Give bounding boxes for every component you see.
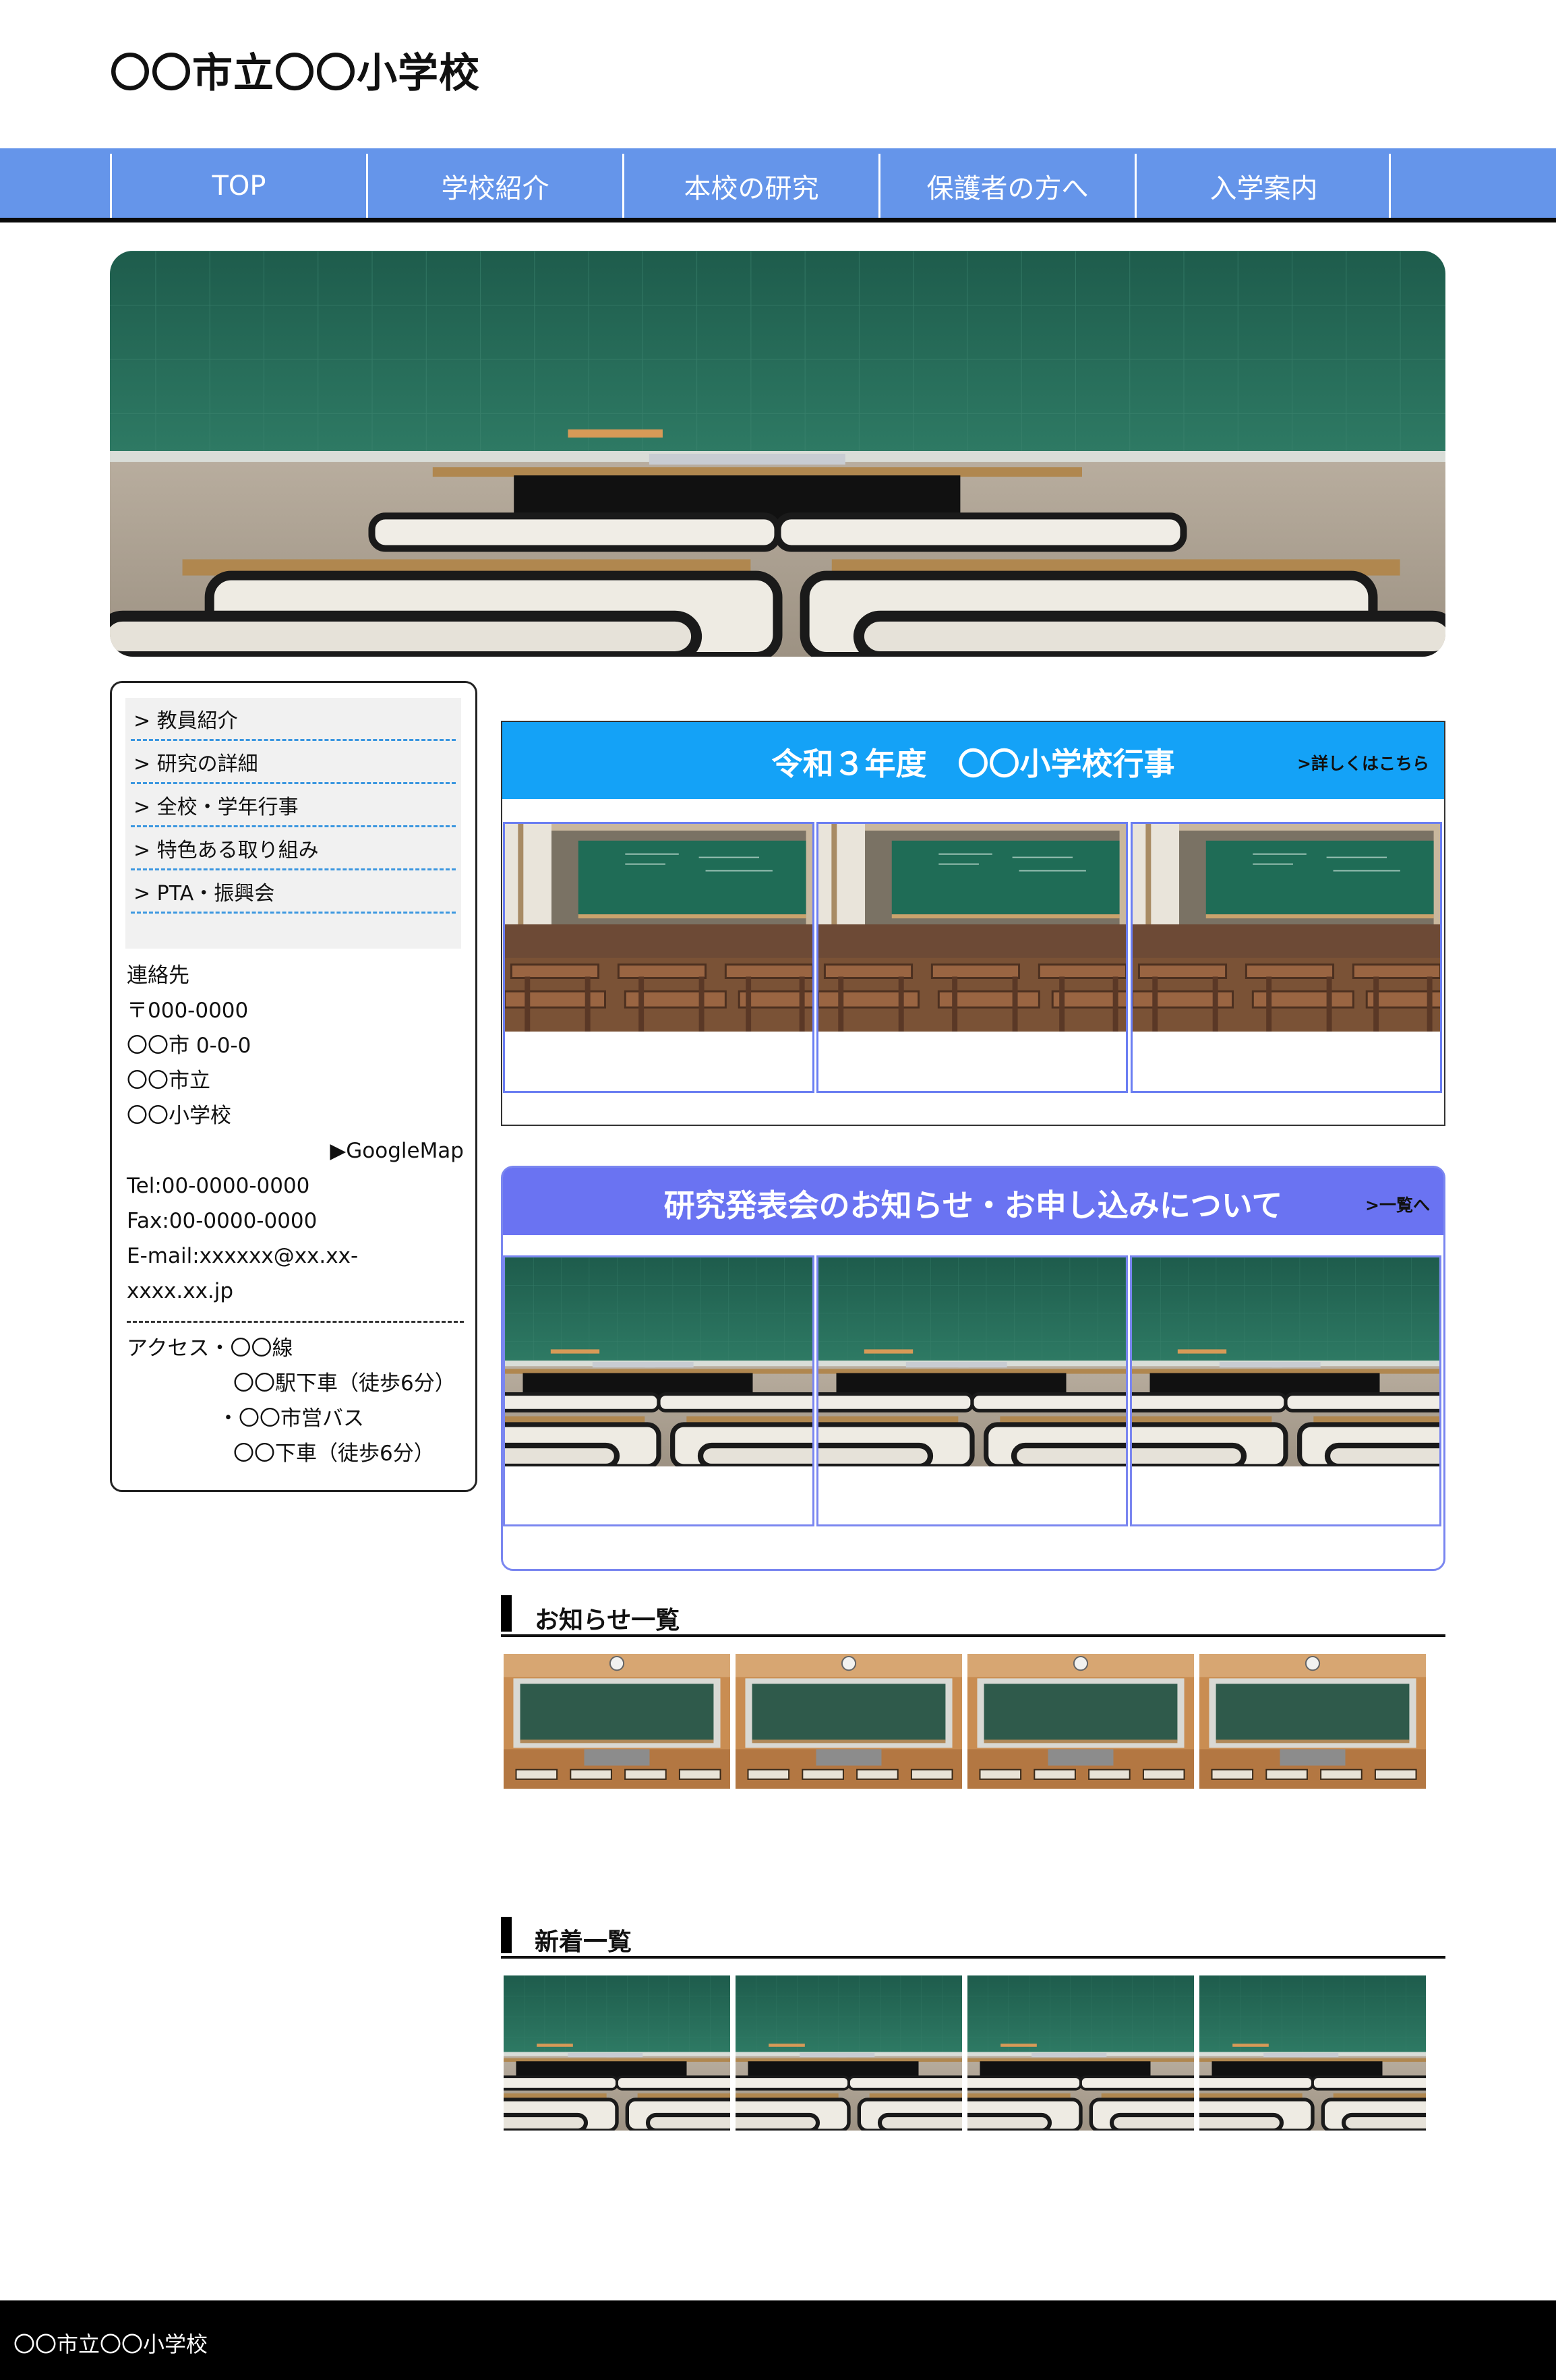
research-card[interactable]	[816, 1255, 1128, 1526]
access-line-1: アクセス・〇〇線	[127, 1336, 293, 1361]
latest-thumb[interactable]	[967, 1975, 1194, 2131]
events-more-link[interactable]: >詳しくはこちら	[1297, 750, 1429, 775]
event-card-image	[1133, 824, 1440, 1032]
side-menu-research-details[interactable]: > 研究の詳細	[131, 741, 456, 784]
nav-item-parents[interactable]: 保護者の方へ	[878, 154, 1135, 218]
nav-item-top[interactable]: TOP	[110, 154, 366, 218]
research-title: 研究発表会のお知らせ・お申し込みについて	[663, 1187, 1283, 1224]
heading-bar	[501, 1595, 512, 1632]
news-title: お知らせ一覧	[535, 1607, 680, 1634]
contact-address-2: 〇〇市立	[127, 1069, 210, 1093]
contact-address-3: 〇〇小学校	[127, 1104, 231, 1128]
contact-divider	[127, 1321, 464, 1323]
contact-address-1: 〇〇市 0-0-0	[127, 1034, 251, 1058]
site-title[interactable]: 〇〇市立〇〇小学校	[110, 40, 480, 99]
research-card[interactable]	[1130, 1255, 1441, 1526]
event-card-image	[505, 824, 812, 1032]
latest-thumb[interactable]	[504, 1975, 730, 2131]
latest-thumb[interactable]	[736, 1975, 962, 2131]
research-card-image	[818, 1257, 1126, 1465]
side-menu-pta[interactable]: > PTA・振興会	[131, 870, 456, 914]
latest-thumb[interactable]	[1199, 1975, 1426, 2131]
event-card-image	[818, 824, 1126, 1032]
contact-tel: Tel:00-0000-0000	[127, 1174, 310, 1198]
research-card-image	[505, 1257, 812, 1465]
access-line-2: 〇〇駅下車（徒歩6分）	[233, 1371, 456, 1396]
event-card[interactable]	[503, 822, 814, 1093]
news-thumb[interactable]	[504, 1654, 730, 1789]
nav-divider	[1389, 154, 1391, 218]
research-card-image	[1132, 1257, 1439, 1465]
event-card[interactable]	[1131, 822, 1442, 1093]
global-nav: TOP 学校紹介 本校の研究 保護者の方へ 入学案内	[0, 148, 1556, 222]
nav-item-research[interactable]: 本校の研究	[622, 154, 878, 218]
side-menu-initiatives[interactable]: > 特色ある取り組み	[131, 827, 456, 870]
access-line-4: 〇〇下車（徒歩6分）	[233, 1441, 435, 1466]
event-card[interactable]	[816, 822, 1128, 1093]
news-thumb[interactable]	[967, 1654, 1194, 1789]
contact-email-1: E-mail:xxxxxx@xx.xx-	[127, 1244, 359, 1268]
contact-fax: Fax:00-0000-0000	[127, 1209, 318, 1233]
side-menu: > 教員紹介 > 研究の詳細 > 全校・学年行事 > 特色ある取り組み > PT…	[125, 698, 461, 949]
research-section: 研究発表会のお知らせ・お申し込みについて >一覧へ	[501, 1166, 1445, 1571]
nav-item-school-intro[interactable]: 学校紹介	[366, 154, 622, 218]
events-section: 令和３年度 〇〇小学校行事 >詳しくはこちら	[501, 721, 1445, 1126]
research-more-link[interactable]: >一覧へ	[1365, 1192, 1430, 1216]
side-menu-events[interactable]: > 全校・学年行事	[131, 784, 456, 827]
heading-bar	[501, 1917, 512, 1953]
contact-info: 連絡先 〒000-0000 〇〇市 0-0-0 〇〇市立 〇〇小学校 ▶Goog…	[127, 958, 464, 1471]
contact-heading: 連絡先	[127, 963, 189, 988]
latest-heading: 新着一覧	[501, 1917, 1445, 1959]
news-thumb[interactable]	[1199, 1654, 1426, 1789]
news-thumb[interactable]	[736, 1654, 962, 1789]
footer-text: 〇〇市立〇〇小学校	[13, 2331, 208, 2357]
contact-email-2: xxxx.xx.jp	[127, 1279, 234, 1303]
hero-image	[110, 251, 1445, 657]
google-map-link[interactable]: ▶GoogleMap	[127, 1133, 464, 1168]
footer: 〇〇市立〇〇小学校	[0, 2300, 1556, 2380]
latest-title: 新着一覧	[535, 1928, 632, 1956]
access-line-3: ・〇〇市営バス	[218, 1406, 364, 1431]
research-header: 研究発表会のお知らせ・お申し込みについて >一覧へ	[503, 1168, 1443, 1235]
research-card[interactable]	[503, 1255, 814, 1526]
nav-item-admission[interactable]: 入学案内	[1135, 154, 1391, 218]
side-menu-teachers[interactable]: > 教員紹介	[131, 698, 456, 741]
news-heading: お知らせ一覧	[501, 1595, 1445, 1637]
contact-postal: 〒000-0000	[127, 999, 249, 1023]
sidebar: > 教員紹介 > 研究の詳細 > 全校・学年行事 > 特色ある取り組み > PT…	[110, 681, 477, 1492]
events-header: 令和３年度 〇〇小学校行事 >詳しくはこちら	[502, 722, 1444, 799]
